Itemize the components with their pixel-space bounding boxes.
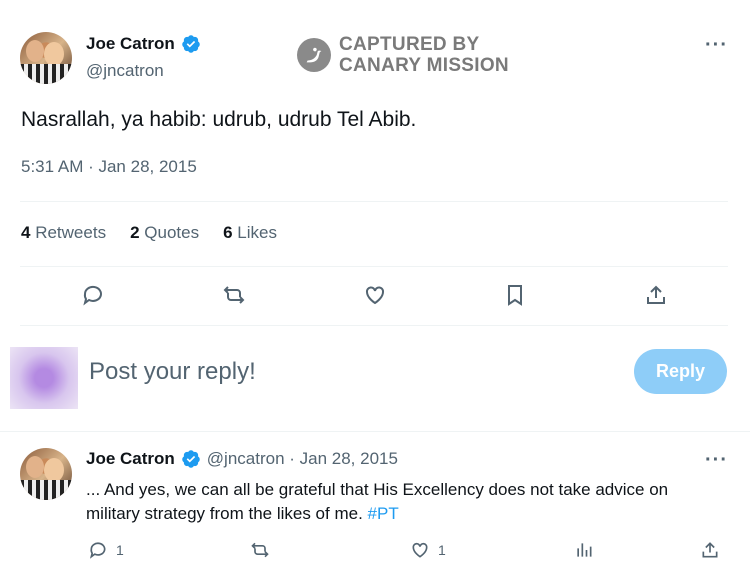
author-name[interactable]: Joe Catron <box>86 34 175 54</box>
like-icon <box>412 542 428 558</box>
retweets-stat[interactable]: 4 Retweets <box>21 223 106 243</box>
quotes-count: 2 <box>130 223 140 242</box>
likes-stat[interactable]: 6 Likes <box>223 223 277 243</box>
verified-badge-icon <box>182 35 200 53</box>
retweet-icon[interactable] <box>219 280 249 310</box>
retweets-label: Retweets <box>35 223 107 242</box>
likes-label: Likes <box>237 223 277 242</box>
reply-author-avatar[interactable] <box>20 448 72 500</box>
watermark-text: CAPTURED BY CANARY MISSION <box>339 34 509 76</box>
hashtag-link[interactable]: #PT <box>368 504 399 523</box>
tweet-stats: 4 Retweets 2 Quotes 6 Likes <box>21 223 277 243</box>
divider <box>20 201 728 202</box>
divider <box>20 325 728 326</box>
views-icon <box>577 543 592 557</box>
reply-handle-date[interactable]: @jncatron · Jan 28, 2015 <box>207 449 398 469</box>
reply-tweet-reply-action[interactable]: 1 <box>88 540 124 560</box>
tweet-timestamp[interactable]: 5:31 AM · Jan 28, 2015 <box>21 157 197 177</box>
reply-more-options-icon[interactable]: ··· <box>705 449 728 472</box>
share-icon[interactable] <box>641 280 671 310</box>
divider <box>0 431 750 432</box>
likes-count: 6 <box>223 223 233 242</box>
like-count: 1 <box>438 542 446 558</box>
tweet-action-bar <box>0 280 750 316</box>
quotes-label: Quotes <box>144 223 200 242</box>
reply-icon <box>89 542 106 559</box>
canary-bird-icon <box>297 38 331 72</box>
retweet-icon <box>251 542 269 558</box>
author-handle[interactable]: @jncatron <box>86 61 164 81</box>
user-avatar <box>10 347 78 409</box>
author-avatar[interactable] <box>20 32 72 84</box>
like-icon[interactable] <box>360 280 390 310</box>
watermark: CAPTURED BY CANARY MISSION <box>297 34 509 76</box>
reply-tweet-text: ... And yes, we can all be grateful that… <box>86 478 726 526</box>
author-name-row: Joe Catron <box>86 34 201 54</box>
reply-button[interactable]: Reply <box>634 349 727 394</box>
reply-tweet-views-action[interactable] <box>574 540 594 560</box>
tweet-text: Nasrallah, ya habib: udrub, udrub Tel Ab… <box>21 108 417 131</box>
reply-tweet: Joe Catron @jncatron · Jan 28, 2015 ··· … <box>20 445 730 575</box>
reply-composer: Post your reply! Reply <box>0 336 750 426</box>
reply-tweet-like-action[interactable]: 1 <box>410 540 446 560</box>
reply-count: 1 <box>116 542 124 558</box>
more-options-icon[interactable]: ··· <box>705 34 728 57</box>
reply-tweet-share-action[interactable] <box>700 540 720 560</box>
reply-tweet-retweet-action[interactable] <box>250 540 270 560</box>
reply-icon[interactable] <box>78 280 108 310</box>
retweets-count: 4 <box>21 223 31 242</box>
reply-author-name[interactable]: Joe Catron <box>86 449 175 469</box>
divider <box>20 266 728 267</box>
reply-input[interactable]: Post your reply! <box>89 358 256 386</box>
verified-badge-icon <box>182 450 200 468</box>
watermark-line-1: CAPTURED BY <box>339 34 480 55</box>
bookmark-icon[interactable] <box>500 280 530 310</box>
reply-tweet-header: Joe Catron @jncatron · Jan 28, 2015 <box>86 449 398 469</box>
share-icon <box>702 542 718 558</box>
reply-tweet-action-bar: 1 1 <box>20 540 730 570</box>
quotes-stat[interactable]: 2 Quotes <box>130 223 199 243</box>
watermark-line-2: CANARY MISSION <box>339 55 509 76</box>
